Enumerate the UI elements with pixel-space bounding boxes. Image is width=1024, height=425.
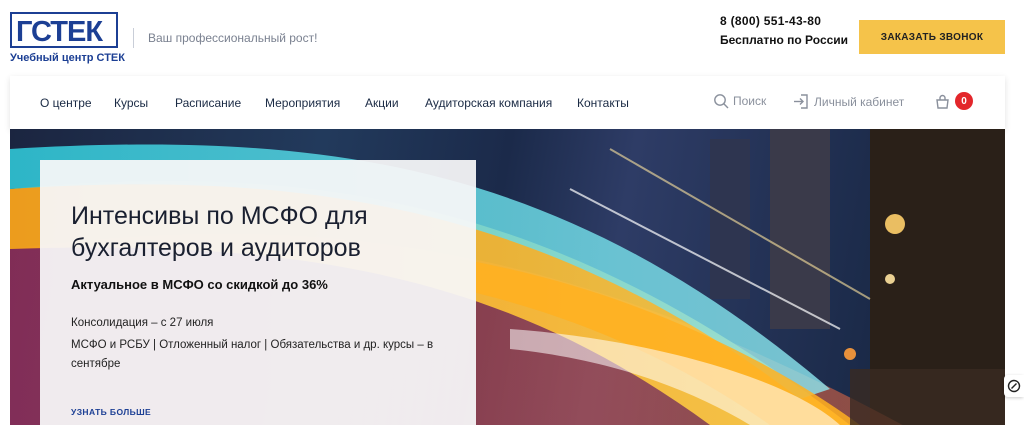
hero-card: Интенсивы по МСФО для бухгалтеров и ауди…: [40, 160, 476, 425]
chat-icon: [1007, 379, 1021, 393]
account-link[interactable]: Личный кабинет: [793, 93, 904, 110]
cart-button[interactable]: 0: [934, 92, 973, 110]
chat-widget-button[interactable]: [1004, 375, 1024, 397]
tagline: Ваш профессиональный рост!: [148, 31, 318, 45]
nav-item-promotions[interactable]: Акции: [365, 96, 399, 110]
login-icon: [794, 94, 808, 109]
logo[interactable]: ГСТЕК Учебный центр СТЕК: [10, 12, 125, 64]
hero-detail-line: МСФО и РСБУ | Отложенный налог | Обязате…: [71, 339, 434, 370]
phone-note: Бесплатно по России: [720, 33, 849, 47]
hero-detail-line: Консолидация – с 27 июля: [71, 317, 214, 329]
nav-item-courses[interactable]: Курсы: [114, 96, 148, 110]
hero-title: Интенсивы по МСФО для бухгалтеров и ауди…: [71, 202, 368, 262]
nav-item-schedule[interactable]: Расписание: [175, 96, 241, 110]
nav-item-events[interactable]: Мероприятия: [265, 96, 340, 110]
nav-item-contacts[interactable]: Контакты: [577, 96, 629, 110]
logo-mark: ГСТЕК: [10, 12, 118, 48]
search-icon: [714, 94, 729, 109]
nav-item-audit-company[interactable]: Аудиторская компания: [425, 96, 552, 110]
search-label: Поиск: [733, 94, 767, 108]
account-label: Личный кабинет: [814, 94, 905, 109]
logo-text: ГСТЕК: [16, 16, 103, 48]
hero-subtitle: Актуальное в МСФО со скидкой до 36%: [71, 277, 328, 292]
phone-number[interactable]: 8 (800) 551-43-80: [720, 14, 821, 28]
learn-more-link[interactable]: УЗНАТЬ БОЛЬШЕ: [71, 407, 151, 417]
cart-icon: [936, 94, 949, 109]
main-nav: О центре Курсы Расписание Мероприятия Ак…: [10, 76, 1005, 129]
logo-caption: Учебный центр СТЕК: [10, 52, 125, 64]
cart-count-badge: 0: [955, 92, 973, 110]
order-call-button[interactable]: ЗАКАЗАТЬ ЗВОНОК: [859, 20, 1005, 54]
search-button[interactable]: Поиск: [713, 93, 766, 109]
hero-banner: Интенсивы по МСФО для бухгалтеров и ауди…: [10, 129, 1005, 425]
nav-item-about[interactable]: О центре: [40, 96, 92, 110]
header-divider: [133, 28, 134, 48]
